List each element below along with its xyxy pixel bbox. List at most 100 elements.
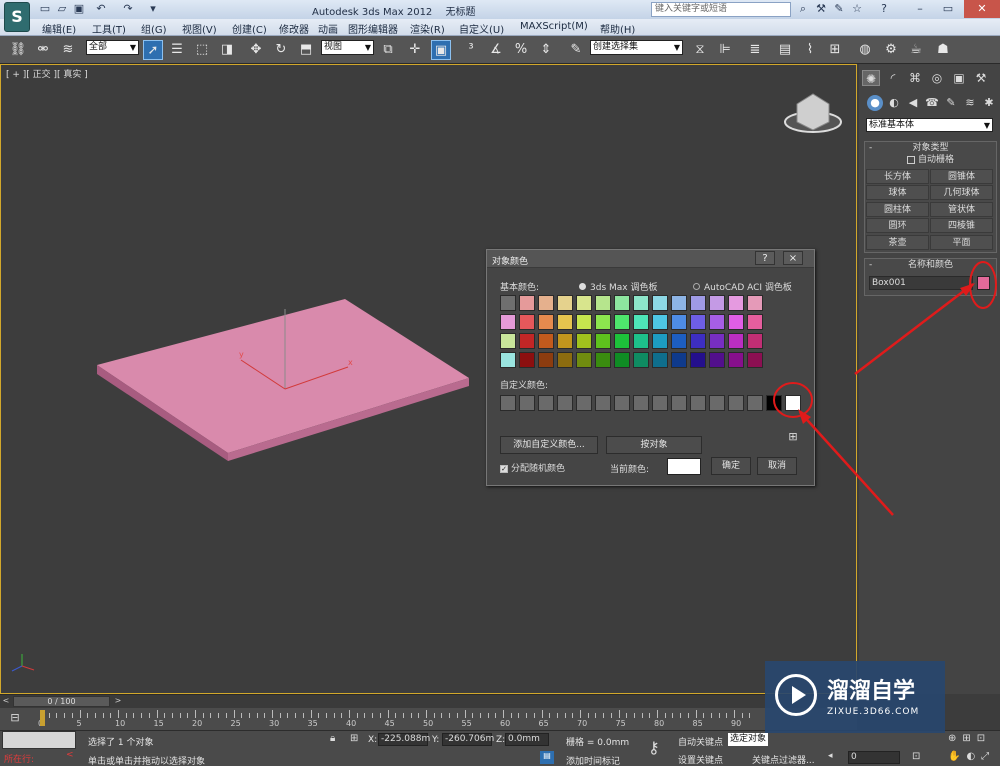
viewport-nav-icons[interactable]: ⊕⊞⊡ xyxy=(948,733,991,744)
key-mode-dropdown[interactable]: 选定对象 xyxy=(728,733,768,746)
add-custom-color-button[interactable]: 添加自定义颜色... xyxy=(500,436,598,454)
sphere-button[interactable]: 球体 xyxy=(866,185,929,200)
basic-color-swatch[interactable] xyxy=(690,295,706,311)
basic-color-swatch[interactable] xyxy=(728,352,744,368)
y-coordinate-field[interactable]: -260.706m xyxy=(442,733,494,746)
pin-icon[interactable]: ✎ xyxy=(832,2,846,16)
pan-orbit-icons[interactable]: ✋◐⤢ xyxy=(948,751,995,762)
basic-color-swatch[interactable] xyxy=(671,314,687,330)
current-frame-field[interactable]: 0 xyxy=(848,751,900,764)
basic-color-swatch[interactable] xyxy=(500,314,516,330)
custom-color-swatch[interactable] xyxy=(766,395,782,411)
cameras-icon[interactable]: ☎ xyxy=(924,95,940,111)
tools-icon[interactable]: ⚒ xyxy=(814,2,828,16)
custom-color-swatch[interactable] xyxy=(519,395,535,411)
custom-color-swatch[interactable] xyxy=(709,395,725,411)
autokey-button[interactable]: 自动关键点 xyxy=(678,735,723,748)
dialog-close-button[interactable]: × xyxy=(783,251,803,265)
menu-group[interactable]: 组(G) xyxy=(141,21,167,36)
menu-help[interactable]: 帮助(H) xyxy=(600,21,635,36)
spinner-snap-icon[interactable]: ⇕ xyxy=(536,40,556,60)
custom-color-swatch[interactable] xyxy=(576,395,592,411)
time-marker[interactable] xyxy=(40,710,45,726)
object-type-header[interactable]: - 对象类型 xyxy=(865,142,996,154)
geometry-icon[interactable]: ● xyxy=(867,95,883,111)
basic-color-swatch[interactable] xyxy=(614,352,630,368)
render-production-icon[interactable]: ☗ xyxy=(933,40,953,60)
pivot-center-icon[interactable]: ⧉ xyxy=(378,40,398,60)
palette-max-radio[interactable]: 3ds Max 调色板 xyxy=(579,280,657,293)
custom-color-swatch[interactable] xyxy=(747,395,763,411)
teapot-button[interactable]: 茶壶 xyxy=(866,235,929,250)
basic-color-swatch[interactable] xyxy=(557,352,573,368)
basic-color-swatch[interactable] xyxy=(690,314,706,330)
layer-manager-icon[interactable]: ≣ xyxy=(745,40,765,60)
current-color-swatch[interactable] xyxy=(667,458,701,475)
basic-color-swatch[interactable] xyxy=(709,314,725,330)
new-file-icon[interactable]: ▭ xyxy=(38,2,52,16)
help-icon[interactable]: ? xyxy=(877,2,891,16)
set-key-button[interactable]: 设置关键点 xyxy=(678,753,723,766)
reference-coord-dropdown[interactable]: 视图 ▼ xyxy=(321,40,374,55)
menu-edit[interactable]: 编辑(E) xyxy=(42,21,76,36)
basic-color-swatch[interactable] xyxy=(576,314,592,330)
basic-color-swatch[interactable] xyxy=(614,295,630,311)
select-by-name-icon[interactable]: ☰ xyxy=(167,40,187,60)
custom-color-swatch[interactable] xyxy=(785,395,801,411)
rendered-frame-icon[interactable]: ☕ xyxy=(906,40,926,60)
basic-color-swatch[interactable] xyxy=(652,314,668,330)
basic-color-swatch[interactable] xyxy=(538,352,554,368)
shapes-icon[interactable]: ◐ xyxy=(886,95,902,111)
basic-color-swatch[interactable] xyxy=(500,352,516,368)
basic-color-swatch[interactable] xyxy=(690,333,706,349)
ok-button[interactable]: 确定 xyxy=(711,457,751,475)
lock-icon[interactable]: 🔒︎ xyxy=(330,733,335,744)
basic-color-swatch[interactable] xyxy=(690,352,706,368)
redo-icon[interactable]: ↷ xyxy=(121,2,135,16)
basic-color-swatch[interactable] xyxy=(500,295,516,311)
link-icon[interactable]: ⛓ xyxy=(8,40,28,60)
menu-create[interactable]: 创建(C) xyxy=(232,21,267,36)
menu-views[interactable]: 视图(V) xyxy=(182,21,217,36)
custom-color-swatch[interactable] xyxy=(614,395,630,411)
lights-icon[interactable]: ◀ xyxy=(905,95,921,111)
save-file-icon[interactable]: ▣ xyxy=(72,2,86,16)
angle-snap-icon[interactable]: ∡ xyxy=(486,40,506,60)
basic-color-swatch[interactable] xyxy=(747,352,763,368)
object-name-input[interactable]: Box001 xyxy=(869,276,973,290)
align-icon[interactable]: ⊫ xyxy=(715,40,735,60)
render-setup-icon[interactable]: ⚙ xyxy=(881,40,901,60)
mirror-icon[interactable]: ⧖ xyxy=(690,40,710,60)
menu-graph-editors[interactable]: 图形编辑器 xyxy=(348,21,398,36)
basic-color-swatch[interactable] xyxy=(576,295,592,311)
basic-color-swatch[interactable] xyxy=(709,295,725,311)
time-tag-icon[interactable]: ▤ xyxy=(540,751,554,764)
basic-color-swatch[interactable] xyxy=(519,352,535,368)
basic-color-swatch[interactable] xyxy=(633,333,649,349)
snap-toggle-icon[interactable]: ³ xyxy=(461,40,481,60)
basic-color-swatch[interactable] xyxy=(671,333,687,349)
custom-color-swatch[interactable] xyxy=(728,395,744,411)
slider-prev-icon[interactable]: < xyxy=(0,696,12,707)
basic-color-swatch[interactable] xyxy=(557,314,573,330)
select-object-icon[interactable]: ➚ xyxy=(143,40,163,60)
schematic-view-icon[interactable]: ⊞ xyxy=(825,40,845,60)
basic-color-swatch[interactable] xyxy=(633,314,649,330)
box-button[interactable]: 长方体 xyxy=(866,169,929,184)
cancel-button[interactable]: 取消 xyxy=(757,457,797,475)
menu-animation[interactable]: 动画 xyxy=(318,21,338,36)
basic-color-swatch[interactable] xyxy=(538,295,554,311)
slider-next-icon[interactable]: > xyxy=(112,696,124,707)
menu-customize[interactable]: 自定义(U) xyxy=(459,21,504,36)
torus-button[interactable]: 圆环 xyxy=(866,218,929,233)
bind-spacewarp-icon[interactable]: ≋ xyxy=(58,40,78,60)
close-window-button[interactable]: ✕ xyxy=(964,0,1000,18)
key-icon[interactable]: ⚷ xyxy=(648,738,660,757)
basic-color-swatch[interactable] xyxy=(595,295,611,311)
basic-color-swatch[interactable] xyxy=(557,295,573,311)
autogrid-checkbox[interactable]: 自动栅格 xyxy=(865,154,996,167)
basic-color-swatch[interactable] xyxy=(747,314,763,330)
maxscript-listener[interactable] xyxy=(2,731,76,749)
menu-rendering[interactable]: 渲染(R) xyxy=(410,21,445,36)
basic-color-swatch[interactable] xyxy=(671,352,687,368)
